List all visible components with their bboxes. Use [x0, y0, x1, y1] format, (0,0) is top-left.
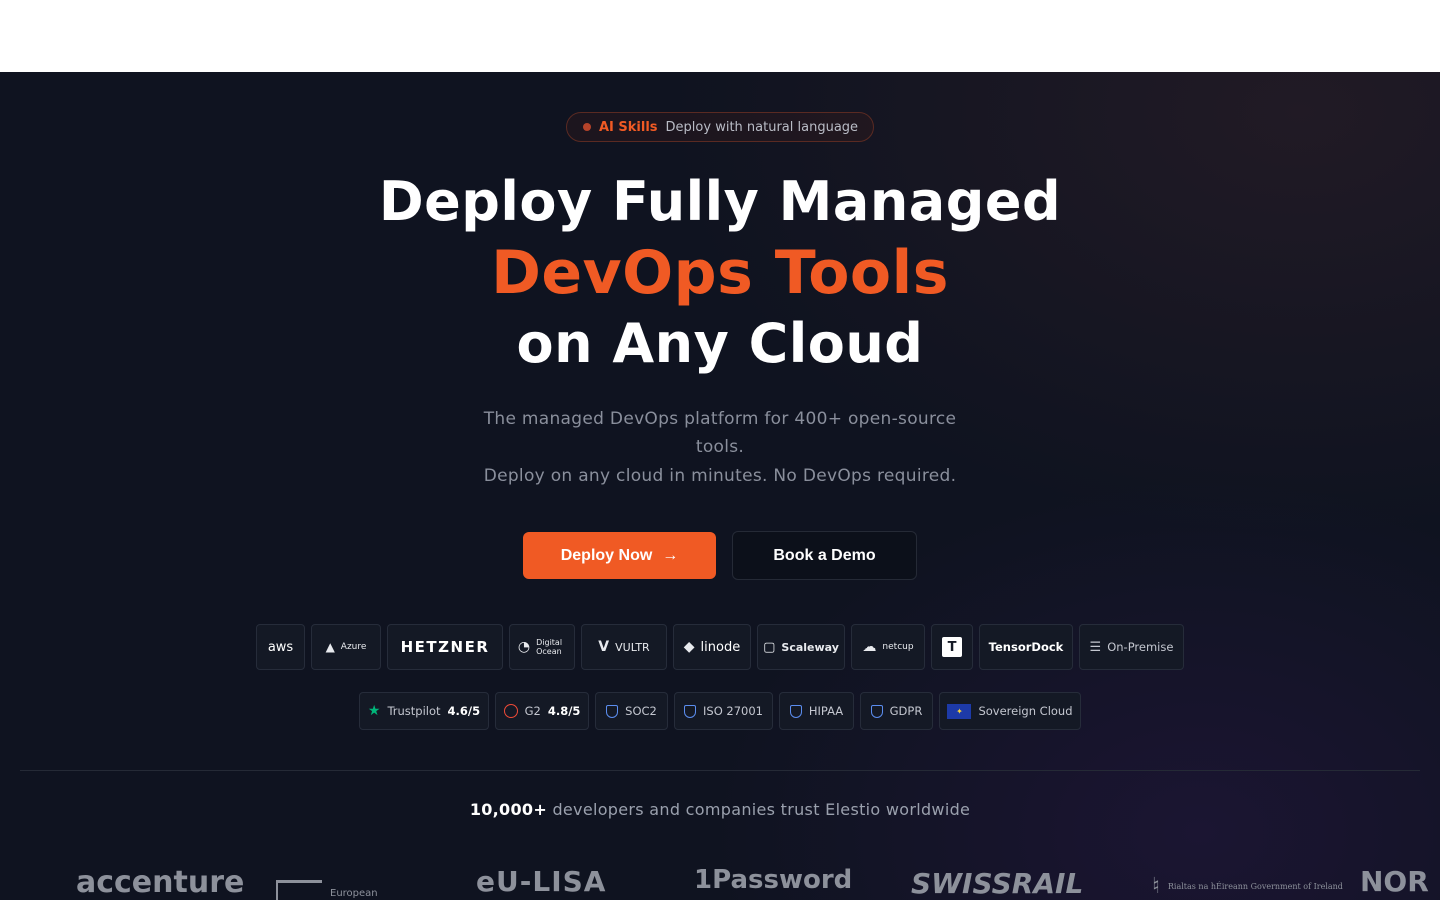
aws-logo: aws: [267, 639, 294, 655]
linode-logo: linode: [700, 639, 741, 655]
customer-eu-lisa-logo: eU-LISA: [476, 865, 607, 898]
tensordock-logo: TensorDock: [988, 640, 1064, 654]
trust-count: 10,000+: [469, 800, 548, 819]
trust-statement: 10,000+ developers and companies trust E…: [0, 800, 1440, 819]
hetzner-logo: HETZNER: [400, 638, 490, 656]
top-navbar: [0, 0, 1440, 72]
compliance-sovereign-cloud[interactable]: ✦ Sovereign Cloud: [939, 692, 1081, 730]
shield-icon: [870, 704, 883, 718]
arrow-right-icon: →: [662, 546, 679, 564]
headline-line-2: DevOps Tools: [491, 238, 949, 308]
azure-logo: Azure: [340, 642, 367, 652]
compliance-hipaa[interactable]: HIPAA: [779, 692, 854, 730]
netcup-icon: ☁: [862, 639, 877, 655]
shield-icon: [606, 704, 619, 718]
customer-european-commission-logo: European: [276, 880, 378, 900]
provider-scaleway[interactable]: ▢ Scaleway: [757, 624, 845, 670]
provider-azure[interactable]: ▲ Azure: [311, 624, 381, 670]
customer-government-ireland-logo: ♮ Rialtas na hÉireann Government of Irel…: [1152, 874, 1343, 899]
shield-icon: [684, 704, 696, 718]
compliance-label: HIPAA: [808, 704, 844, 718]
shield-icon: [789, 704, 802, 718]
european-commission-icon: [276, 880, 322, 900]
g2-score: 4.8/5: [547, 704, 581, 718]
subtitle-line-1: The managed DevOps platform for 400+ ope…: [483, 409, 957, 457]
hero-section: AI Skills Deploy with natural language D…: [0, 72, 1440, 900]
scaleway-icon: ▢: [763, 639, 776, 655]
provider-on-premise[interactable]: ☰ On-Premise: [1079, 624, 1184, 670]
badge-text: Deploy with natural language: [665, 119, 859, 135]
server-icon: ☰: [1089, 639, 1102, 655]
compliance-label: Sovereign Cloud: [978, 704, 1073, 718]
provider-tensordock[interactable]: TensorDock: [979, 624, 1073, 670]
badge-tag: AI Skills: [599, 119, 658, 135]
book-demo-button[interactable]: Book a Demo: [732, 531, 917, 580]
g2-icon: [503, 704, 518, 718]
linode-icon: ◆: [683, 639, 695, 655]
customer-1password-logo: 1Password: [694, 865, 853, 895]
on-premise-label: On-Premise: [1107, 640, 1174, 654]
customer-accenture-logo: accenture: [76, 865, 245, 900]
compliance-iso27001[interactable]: ISO 27001: [674, 692, 773, 730]
headline-line-3: on Any Cloud: [516, 312, 924, 375]
headline-line-1: Deploy Fully Managed: [378, 170, 1062, 233]
compliance-label: SOC2: [625, 704, 657, 718]
provider-netcup[interactable]: ☁ netcup: [851, 624, 925, 670]
compliance-label: ISO 27001: [703, 704, 763, 718]
digitalocean-logo: Digital Ocean: [536, 638, 563, 656]
telekom-logo: T: [942, 637, 962, 657]
deploy-now-label: Deploy Now: [560, 546, 653, 564]
provider-vultr[interactable]: V VULTR: [581, 624, 667, 670]
trustpilot-name: Trustpilot: [387, 704, 441, 718]
provider-telekom[interactable]: T: [931, 624, 973, 670]
compliance-label: GDPR: [889, 704, 923, 718]
provider-aws[interactable]: aws: [256, 624, 305, 670]
vultr-icon: V: [598, 639, 610, 655]
vultr-logo: VULTR: [615, 640, 650, 654]
g2-name: G2: [524, 704, 541, 718]
status-dot-icon: [583, 123, 591, 131]
trust-text: developers and companies trust Elestio w…: [547, 800, 971, 819]
azure-icon: ▲: [325, 640, 335, 654]
customer-nor-logo: NOR: [1360, 865, 1429, 898]
compliance-soc2[interactable]: SOC2: [595, 692, 668, 730]
ai-skills-badge[interactable]: AI Skills Deploy with natural language: [566, 112, 874, 142]
provider-linode[interactable]: ◆ linode: [673, 624, 751, 670]
trustpilot-score: 4.6/5: [447, 704, 481, 718]
digitalocean-icon: ◔: [517, 639, 531, 655]
scaleway-logo: Scaleway: [781, 640, 839, 654]
deploy-now-button[interactable]: Deploy Now →: [523, 532, 716, 579]
rating-trustpilot[interactable]: ★ Trustpilot 4.6/5: [359, 692, 489, 730]
harp-icon: ♮: [1152, 874, 1160, 899]
rating-g2[interactable]: G2 4.8/5: [495, 692, 589, 730]
customer-swissrail-logo: SWISSRAIL: [911, 867, 1084, 900]
trustpilot-star-icon: ★: [367, 703, 381, 719]
eu-flag-icon: ✦: [947, 703, 972, 719]
provider-digitalocean[interactable]: ◔ Digital Ocean: [509, 624, 575, 670]
subtitle-line-2: Deploy on any cloud in minutes. No DevOp…: [483, 466, 957, 486]
provider-hetzner[interactable]: HETZNER: [387, 624, 503, 670]
compliance-gdpr[interactable]: GDPR: [860, 692, 933, 730]
section-divider: [20, 770, 1420, 771]
netcup-logo: netcup: [882, 642, 914, 652]
